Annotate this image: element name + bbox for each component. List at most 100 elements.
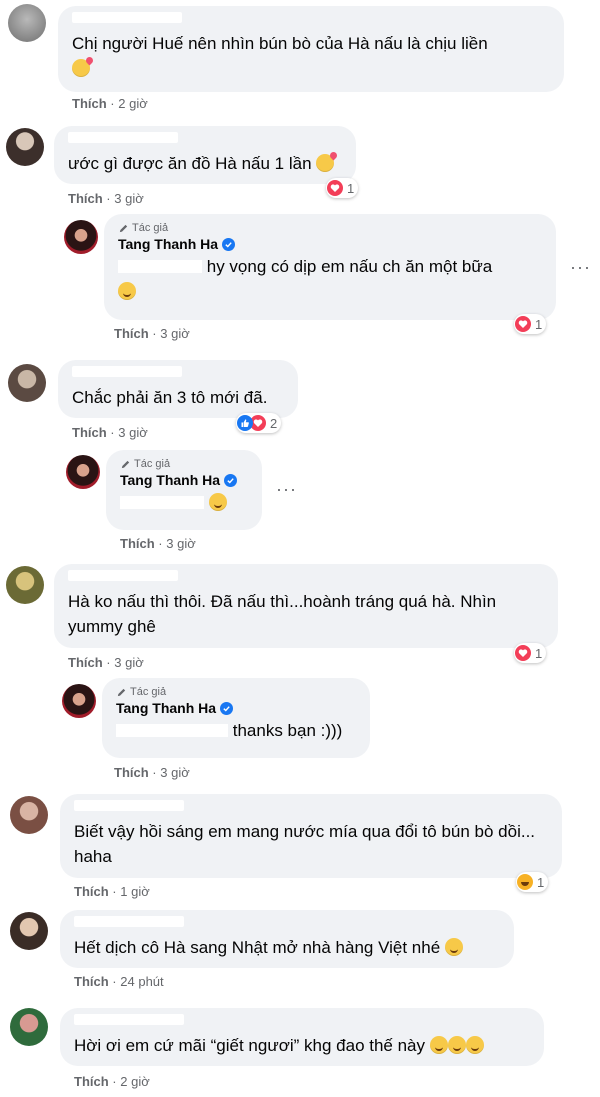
redacted-name [72,12,182,23]
timestamp[interactable]: 2 giờ [120,1074,150,1089]
timestamp[interactable]: 3 giờ [114,655,144,670]
love-reaction-icon [515,316,531,332]
like-link[interactable]: Thích [74,974,109,989]
pencil-icon [119,224,128,232]
comment-meta: Thích · 2 giờ [74,1074,150,1089]
like-link[interactable]: Thích [68,191,103,206]
smiling-face-emoji-icon [208,493,227,511]
reply-bubble: Tác giả Tang Thanh Ha thanks bạn :))) [102,678,370,758]
comment-text: Chị người Huế nên nhìn bún bò của Hà nấu… [72,34,488,53]
author-name[interactable]: Tang Thanh Ha [118,236,218,252]
comment-bubble: Biết vậy hồi sáng em mang nước mía qua đ… [60,794,562,878]
comment-bubble: Chị người Huế nên nhìn bún bò của Hà nấu… [58,6,564,92]
reply-meta: Thích · 3 giờ [114,326,190,341]
reaction-count[interactable]: 1 [516,872,549,892]
like-reaction-icon [237,415,253,431]
like-link[interactable]: Thích [114,765,149,780]
redacted-name [68,132,178,143]
redacted-mention [116,724,228,737]
reaction-count[interactable]: 2 [236,413,282,433]
like-link[interactable]: Thích [72,425,107,440]
timestamp[interactable]: 3 giờ [114,191,144,206]
more-icon[interactable]: ··· [276,480,297,498]
comment-bubble: ước gì được ăn đồ Hà nấu 1 lần [54,126,356,184]
comment-meta: Thích · 2 giờ [72,96,148,111]
timestamp[interactable]: 3 giờ [160,765,190,780]
timestamp[interactable]: 3 giờ [166,536,196,551]
avatar[interactable] [10,912,48,950]
comment-meta: Thích · 1 giờ [74,884,150,899]
redacted-name [74,800,184,811]
comment-meta: Thích · 3 giờ [68,655,144,670]
author-avatar[interactable] [62,684,96,718]
author-badge: Tác giả [120,458,248,470]
avatar[interactable] [6,566,44,604]
reaction-count[interactable]: 1 [514,643,547,663]
smiling-face-emoji-icon [444,938,463,956]
comment-meta: Thích · 24 phút [74,974,164,989]
author-badge: Tác giả [116,686,356,698]
reply-bubble: Tác giả Tang Thanh Ha hy vọng có dịp em … [104,214,556,320]
like-link[interactable]: Thích [114,326,149,341]
reply-text: hy vọng có dịp em nấu ch ăn một bữa [206,257,493,276]
more-icon[interactable]: ··· [570,258,591,276]
like-link[interactable]: Thích [74,884,109,899]
reply-meta: Thích · 3 giờ [120,536,196,551]
comment-text: ước gì được ăn đồ Hà nấu 1 lần [68,154,312,173]
comment-text: Chắc phải ăn 3 tô mới đã. [72,388,268,407]
avatar[interactable] [6,128,44,166]
redacted-mention [118,260,202,273]
author-avatar[interactable] [66,455,100,489]
redacted-name [72,366,182,377]
reply-meta: Thích · 3 giờ [114,765,190,780]
timestamp[interactable]: 1 giờ [120,884,150,899]
avatar[interactable] [10,796,48,834]
verified-badge-icon [222,237,236,251]
reply-bubble: Tác giả Tang Thanh Ha [106,450,262,530]
smiling-face-emoji-icon [465,1036,484,1054]
love-reaction-icon [327,180,343,196]
comment-text: Biết vậy hồi sáng em mang nước mía qua đ… [74,822,536,866]
comment-text: Hà ko nấu thì thôi. Đã nấu thì...hoành t… [68,592,497,636]
comment-bubble: Hời ơi em cứ mãi “giết ngươi” khg đao th… [60,1008,544,1066]
author-name[interactable]: Tang Thanh Ha [120,472,220,488]
comment-bubble: Hết dịch cô Hà sang Nhật mở nhà hàng Việ… [60,910,514,968]
comment-bubble: Hà ko nấu thì thôi. Đã nấu thì...hoành t… [54,564,558,648]
author-name[interactable]: Tang Thanh Ha [116,700,216,716]
verified-badge-icon [224,473,238,487]
smiling-face-emoji-icon [447,1036,466,1054]
timestamp[interactable]: 3 giờ [118,425,148,440]
redacted-name [68,570,178,581]
author-badge: Tác giả [118,222,542,234]
comment-bubble: Chắc phải ăn 3 tô mới đã. [58,360,298,418]
love-reaction-icon [515,645,531,661]
redacted-name [74,916,184,927]
avatar[interactable] [8,4,46,42]
redacted-name [74,1014,184,1025]
comment-meta: Thích · 3 giờ [72,425,148,440]
like-link[interactable]: Thích [74,1074,109,1089]
haha-reaction-icon [517,874,533,890]
reaction-count[interactable]: 1 [514,314,547,334]
pencil-icon [117,688,126,696]
redacted-mention [120,496,204,509]
avatar[interactable] [8,364,46,402]
reaction-count[interactable]: 1 [326,178,359,198]
author-avatar[interactable] [64,220,98,254]
like-link[interactable]: Thích [120,536,155,551]
smiling-face-emoji-icon [118,282,136,300]
comment-text: Hời ơi em cứ mãi “giết ngươi” khg đao th… [74,1036,426,1055]
verified-badge-icon [220,701,234,715]
avatar[interactable] [10,1008,48,1046]
like-link[interactable]: Thích [72,96,107,111]
pencil-icon [121,460,130,468]
reply-text: thanks bạn :))) [232,721,343,740]
smiling-face-emoji-icon [429,1036,448,1054]
timestamp[interactable]: 3 giờ [160,326,190,341]
timestamp[interactable]: 2 giờ [118,96,148,111]
like-link[interactable]: Thích [68,655,103,670]
comment-meta: Thích · 3 giờ [68,191,144,206]
timestamp[interactable]: 24 phút [120,974,163,989]
smiling-hearts-emoji-icon [72,59,90,77]
comment-text: Hết dịch cô Hà sang Nhật mở nhà hàng Việ… [74,938,441,957]
